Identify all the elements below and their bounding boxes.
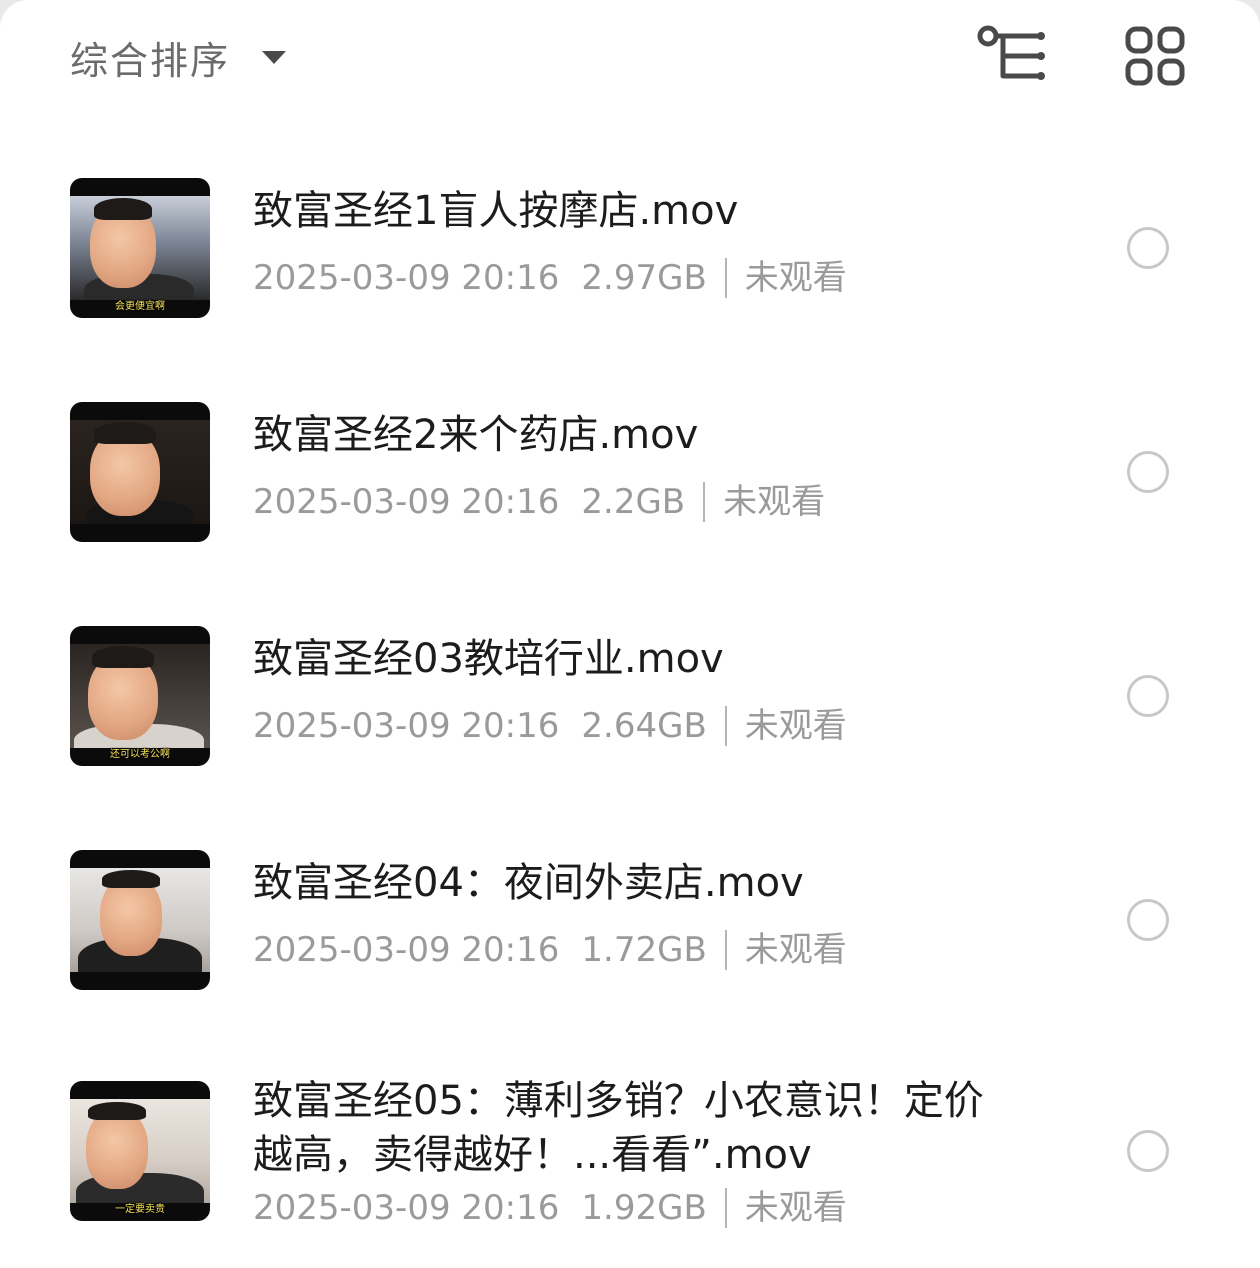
divider — [703, 482, 706, 522]
file-meta: 2025-03-09 20:16 1.92GB 未观看 — [253, 1188, 847, 1228]
watch-status: 未观看 — [723, 482, 826, 522]
thumbnail-caption: 一定要卖贵 — [115, 1204, 165, 1215]
thumbnail-caption: 会更便宜啊 — [115, 301, 165, 312]
file-meta: 2025-03-09 20:16 2.2GB 未观看 — [253, 482, 825, 522]
file-date: 2025-03-09 20:16 — [253, 258, 560, 298]
list-item[interactable]: 致富圣经04：夜间外卖店.mov 2025-03-09 20:16 1.72GB… — [0, 832, 1260, 1012]
video-thumbnail: 会更便宜啊 — [70, 178, 210, 318]
file-name: 致富圣经1盲人按摩店.mov — [253, 188, 739, 234]
divider — [724, 930, 727, 970]
file-name: 致富圣经05：薄利多销？小农意识！定价越高，卖得越好！...看看”.mov — [253, 1078, 984, 1178]
file-size: 2.97GB — [581, 258, 707, 298]
file-list-screen: 综合排序 会更便宜啊 致富圣经1盲人按摩店.mov 2025-03-09 20:… — [0, 0, 1260, 1268]
thumbnail-caption: 还可以考公啊 — [110, 749, 170, 760]
file-size: 2.2GB — [581, 482, 686, 522]
list-item[interactable]: 一定要卖贵 致富圣经05：薄利多销？小农意识！定价越高，卖得越好！...看看”.… — [0, 1060, 1260, 1260]
file-date: 2025-03-09 20:16 — [253, 482, 560, 522]
file-name: 致富圣经04：夜间外卖店.mov — [253, 860, 804, 906]
video-thumbnail — [70, 850, 210, 990]
grid-view-icon — [1125, 26, 1185, 86]
sort-dropdown[interactable]: 综合排序 — [70, 30, 287, 84]
file-name: 致富圣经03教培行业.mov — [253, 636, 724, 682]
file-meta: 2025-03-09 20:16 2.64GB 未观看 — [253, 706, 847, 746]
file-name: 致富圣经2来个药店.mov — [253, 412, 699, 458]
list-item[interactable]: 致富圣经2来个药店.mov 2025-03-09 20:16 2.2GB 未观看 — [0, 384, 1260, 564]
select-radio[interactable] — [1127, 899, 1169, 941]
video-thumbnail — [70, 402, 210, 542]
watch-status: 未观看 — [744, 258, 847, 298]
video-thumbnail: 还可以考公啊 — [70, 626, 210, 766]
video-thumbnail: 一定要卖贵 — [70, 1081, 210, 1221]
file-date: 2025-03-09 20:16 — [253, 1188, 560, 1228]
select-radio[interactable] — [1127, 1130, 1169, 1172]
divider — [724, 1188, 727, 1228]
file-date: 2025-03-09 20:16 — [253, 930, 560, 970]
caret-down-icon — [262, 50, 287, 64]
select-radio[interactable] — [1127, 227, 1169, 269]
watch-status: 未观看 — [744, 930, 847, 970]
tree-view-button[interactable] — [977, 24, 1049, 88]
watch-status: 未观看 — [744, 1188, 847, 1228]
file-size: 1.72GB — [581, 930, 707, 970]
divider — [724, 706, 727, 746]
divider — [724, 258, 727, 298]
tree-structure-icon — [977, 25, 1045, 80]
file-meta: 2025-03-09 20:16 2.97GB 未观看 — [253, 258, 847, 298]
file-meta: 2025-03-09 20:16 1.72GB 未观看 — [253, 930, 847, 970]
file-date: 2025-03-09 20:16 — [253, 706, 560, 746]
sort-label: 综合排序 — [70, 38, 231, 83]
watch-status: 未观看 — [744, 706, 847, 746]
list-item[interactable]: 会更便宜啊 致富圣经1盲人按摩店.mov 2025-03-09 20:16 2.… — [0, 160, 1260, 340]
select-radio[interactable] — [1127, 451, 1169, 493]
file-size: 2.64GB — [581, 706, 707, 746]
select-radio[interactable] — [1127, 675, 1169, 717]
list-item[interactable]: 还可以考公啊 致富圣经03教培行业.mov 2025-03-09 20:16 2… — [0, 608, 1260, 788]
grid-view-button[interactable] — [1119, 24, 1191, 88]
file-size: 1.92GB — [581, 1188, 707, 1228]
